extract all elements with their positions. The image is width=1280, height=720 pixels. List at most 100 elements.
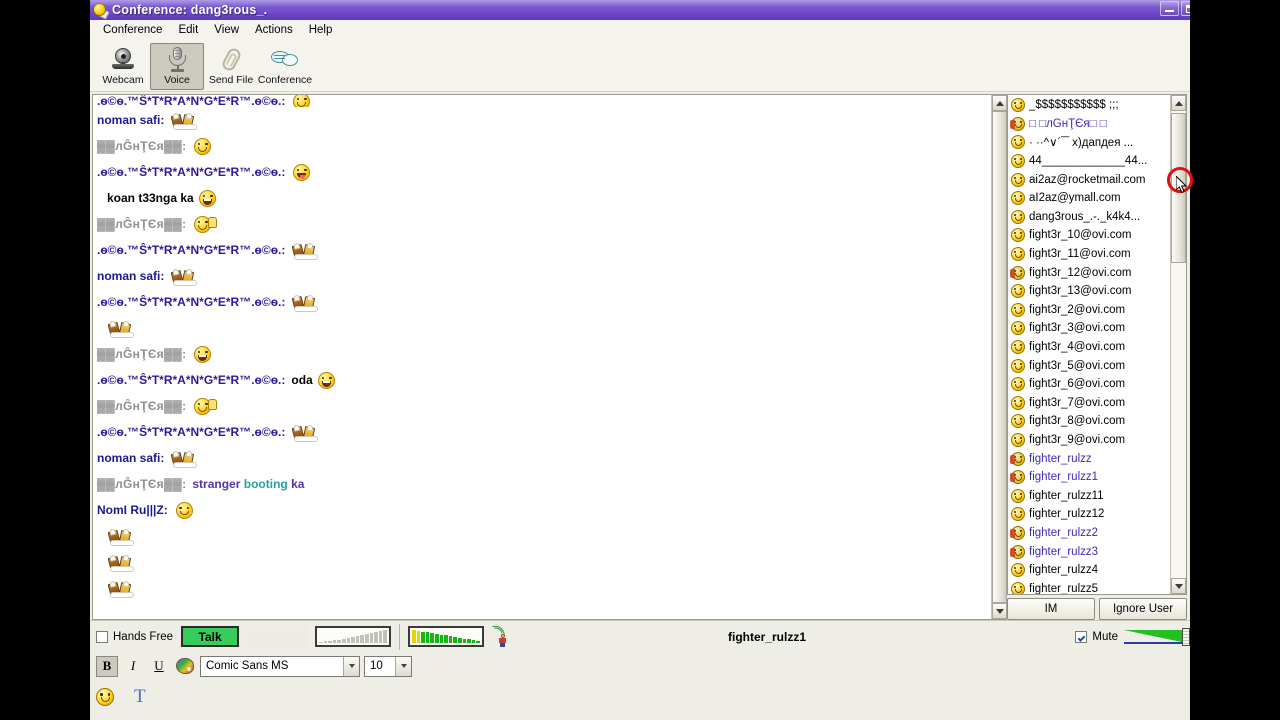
mute-checkbox-group[interactable]: Mute xyxy=(1075,630,1118,643)
user-list-item[interactable]: fight3r_2@ovi.com xyxy=(1008,301,1169,320)
bold-button[interactable]: B xyxy=(96,655,118,677)
webcam-button[interactable]: Webcam xyxy=(96,43,150,90)
user-list-item[interactable]: · ··^∨´‾‾ x)дапдея ... xyxy=(1008,133,1169,152)
font-family-select[interactable]: Comic Sans MS xyxy=(200,655,360,677)
italic-button[interactable]: I xyxy=(122,656,144,677)
user-list-item-name: fight3r_4@ovi.com xyxy=(1029,341,1126,354)
chat-vertical-scrollbar[interactable] xyxy=(991,95,1007,619)
chat-scroll-area[interactable]: .ѳ©ѳ.™Ŝ*T*R*A*N*G*E*R™.ѳ©ѳ.: noman safi: ▓… xyxy=(93,95,991,619)
volume-slider[interactable] xyxy=(1124,627,1190,646)
voice-button[interactable]: Voice xyxy=(150,43,204,90)
underline-button[interactable]: U xyxy=(148,656,170,677)
user-status-online-icon xyxy=(1011,247,1025,262)
user-scroll-thumb[interactable] xyxy=(1171,113,1186,263)
user-status-away-icon xyxy=(1010,451,1025,466)
chat-scroll-track[interactable] xyxy=(992,111,1007,603)
user-list-item[interactable]: fighter_rulzz2 xyxy=(1008,524,1169,543)
user-list-item[interactable]: fighter_rulzz12 xyxy=(1008,505,1169,524)
user-list-item-name: fight3r_13@ovi.com xyxy=(1029,285,1132,298)
chat-line xyxy=(97,523,987,549)
user-list[interactable]: _$$$$$$$$$$$ ;;; □ □лĜнŢЄя□ □ · ··^∨´‾‾ x)… xyxy=(1008,95,1169,594)
user-list-item-name: fight3r_11@ovi.com xyxy=(1029,248,1131,261)
chat-scroll-down-button[interactable] xyxy=(992,603,1007,619)
font-size-select[interactable]: 10 xyxy=(364,655,412,677)
toolbar: Webcam Voice Send File Conference xyxy=(90,40,1190,92)
font-size-value: 10 xyxy=(370,660,383,672)
user-list-item[interactable]: dang3rous_.-._k4k4... xyxy=(1008,208,1169,227)
user-list-item[interactable]: 44_____________44... xyxy=(1008,152,1169,171)
user-list-item[interactable]: fight3r_9@ovi.com xyxy=(1008,431,1169,450)
voice-bar: Hands Free Talk fighter_rulzz1 Mute xyxy=(90,620,1190,652)
user-list-item[interactable]: fight3r_4@ovi.com xyxy=(1008,338,1169,357)
user-list-item[interactable]: fight3r_12@ovi.com xyxy=(1008,263,1169,282)
user-list-item[interactable]: fighter_rulzz5 xyxy=(1008,579,1169,594)
user-list-item[interactable]: ai2az@rocketmail.com xyxy=(1008,170,1169,189)
user-list-item-name: fighter_rulzz3 xyxy=(1029,545,1099,558)
user-list-item-name: fight3r_2@ovi.com xyxy=(1029,303,1126,316)
chat-line: .ѳ©ѳ.™Ŝ*T*R*A*N*G*E*R™.ѳ©ѳ.: xyxy=(97,289,987,315)
volume-slider-knob[interactable] xyxy=(1182,627,1190,646)
maximize-button[interactable] xyxy=(1181,1,1190,16)
hands-free-checkbox[interactable] xyxy=(96,630,108,643)
user-list-item[interactable]: fighter_rulzz4 xyxy=(1008,561,1169,580)
user-scroll-track[interactable] xyxy=(1171,111,1186,578)
user-list-item[interactable]: fight3r_7@ovi.com xyxy=(1008,394,1169,413)
user-list-item[interactable]: fight3r_11@ovi.com xyxy=(1008,245,1169,264)
text-color-button[interactable] xyxy=(174,656,196,677)
user-list-item[interactable]: fight3r_13@ovi.com xyxy=(1008,282,1169,301)
chat-line: koan t33nga ka xyxy=(97,185,987,211)
font-size-dropdown-arrow-icon[interactable] xyxy=(395,656,411,676)
user-list-item[interactable]: fight3r_6@ovi.com xyxy=(1008,375,1169,394)
chat-scroll-up-button[interactable] xyxy=(992,95,1007,111)
menu-conference[interactable]: Conference xyxy=(95,22,170,38)
user-list-item[interactable]: aI2az@ymall.com xyxy=(1008,189,1169,208)
input-bar: T xyxy=(90,680,1190,714)
font-family-value: Comic Sans MS xyxy=(206,660,289,672)
mute-checkbox[interactable] xyxy=(1075,630,1088,643)
smiley-icon[interactable] xyxy=(96,688,114,706)
paperclip-icon xyxy=(217,46,245,73)
chat-line: ▓▓лĜнŢЄя▓▓: xyxy=(97,133,987,159)
user-list-item[interactable]: fighter_rulzz3 xyxy=(1008,542,1169,561)
user-list-item[interactable]: □ □лĜнŢЄя□ □ xyxy=(1008,115,1169,134)
user-list-item[interactable]: fight3r_10@ovi.com xyxy=(1008,226,1169,245)
conference-button[interactable]: Conference xyxy=(258,43,312,90)
user-list-item[interactable]: fight3r_3@ovi.com xyxy=(1008,319,1169,338)
italic-button-label: I xyxy=(130,658,136,673)
menu-actions[interactable]: Actions xyxy=(247,22,301,38)
user-scroll-up-button[interactable] xyxy=(1171,95,1186,111)
menu-edit[interactable]: Edit xyxy=(170,22,206,38)
hands-free-checkbox-group[interactable]: Hands Free xyxy=(96,630,173,643)
font-family-dropdown-arrow-icon[interactable] xyxy=(343,656,359,676)
user-list-item[interactable]: fight3r_8@ovi.com xyxy=(1008,412,1169,431)
user-scroll-down-button[interactable] xyxy=(1171,578,1186,594)
palette-icon xyxy=(176,658,194,674)
user-vertical-scrollbar[interactable] xyxy=(1170,95,1186,594)
chat-word: ka xyxy=(291,477,305,491)
chat-scroll-thumb[interactable] xyxy=(992,111,1007,603)
user-list-item[interactable]: fighter_rulzz xyxy=(1008,449,1169,468)
chat-word: stranger xyxy=(192,477,241,491)
user-list-item[interactable]: _$$$$$$$$$$$ ;;; xyxy=(1008,96,1169,115)
user-status-away-icon xyxy=(1010,116,1025,131)
send-file-button[interactable]: Send File xyxy=(204,43,258,90)
menu-view[interactable]: View xyxy=(206,22,247,38)
voice-status-blank xyxy=(247,626,308,647)
user-list-item[interactable]: fight3r_5@ovi.com xyxy=(1008,356,1169,375)
emoticon-cheers-icon xyxy=(107,553,135,572)
chat-line: ▓▓лĜнŢЄя▓▓: xyxy=(97,393,987,419)
menu-help[interactable]: Help xyxy=(301,22,341,38)
ignore-user-button[interactable]: Ignore User xyxy=(1099,598,1187,620)
text-style-button[interactable]: T xyxy=(134,686,146,708)
user-list-item-name: fighter_rulzz11 xyxy=(1029,489,1104,502)
conference-window: Conference: dang3rous_. Conference Edit … xyxy=(90,0,1190,720)
voice-broadcast-icon xyxy=(492,623,512,648)
user-list-item-name: fight3r_9@ovi.com xyxy=(1029,433,1126,446)
user-list-item[interactable]: fighter_rulzz1 xyxy=(1008,468,1169,487)
user-list-item-name: ai2az@rocketmail.com xyxy=(1029,173,1146,186)
im-button[interactable]: IM xyxy=(1007,598,1095,620)
user-status-online-icon xyxy=(1011,284,1025,299)
user-list-item[interactable]: fighter_rulzz11 xyxy=(1008,486,1169,505)
minimize-button[interactable] xyxy=(1160,1,1179,16)
talk-button[interactable]: Talk xyxy=(181,626,240,647)
